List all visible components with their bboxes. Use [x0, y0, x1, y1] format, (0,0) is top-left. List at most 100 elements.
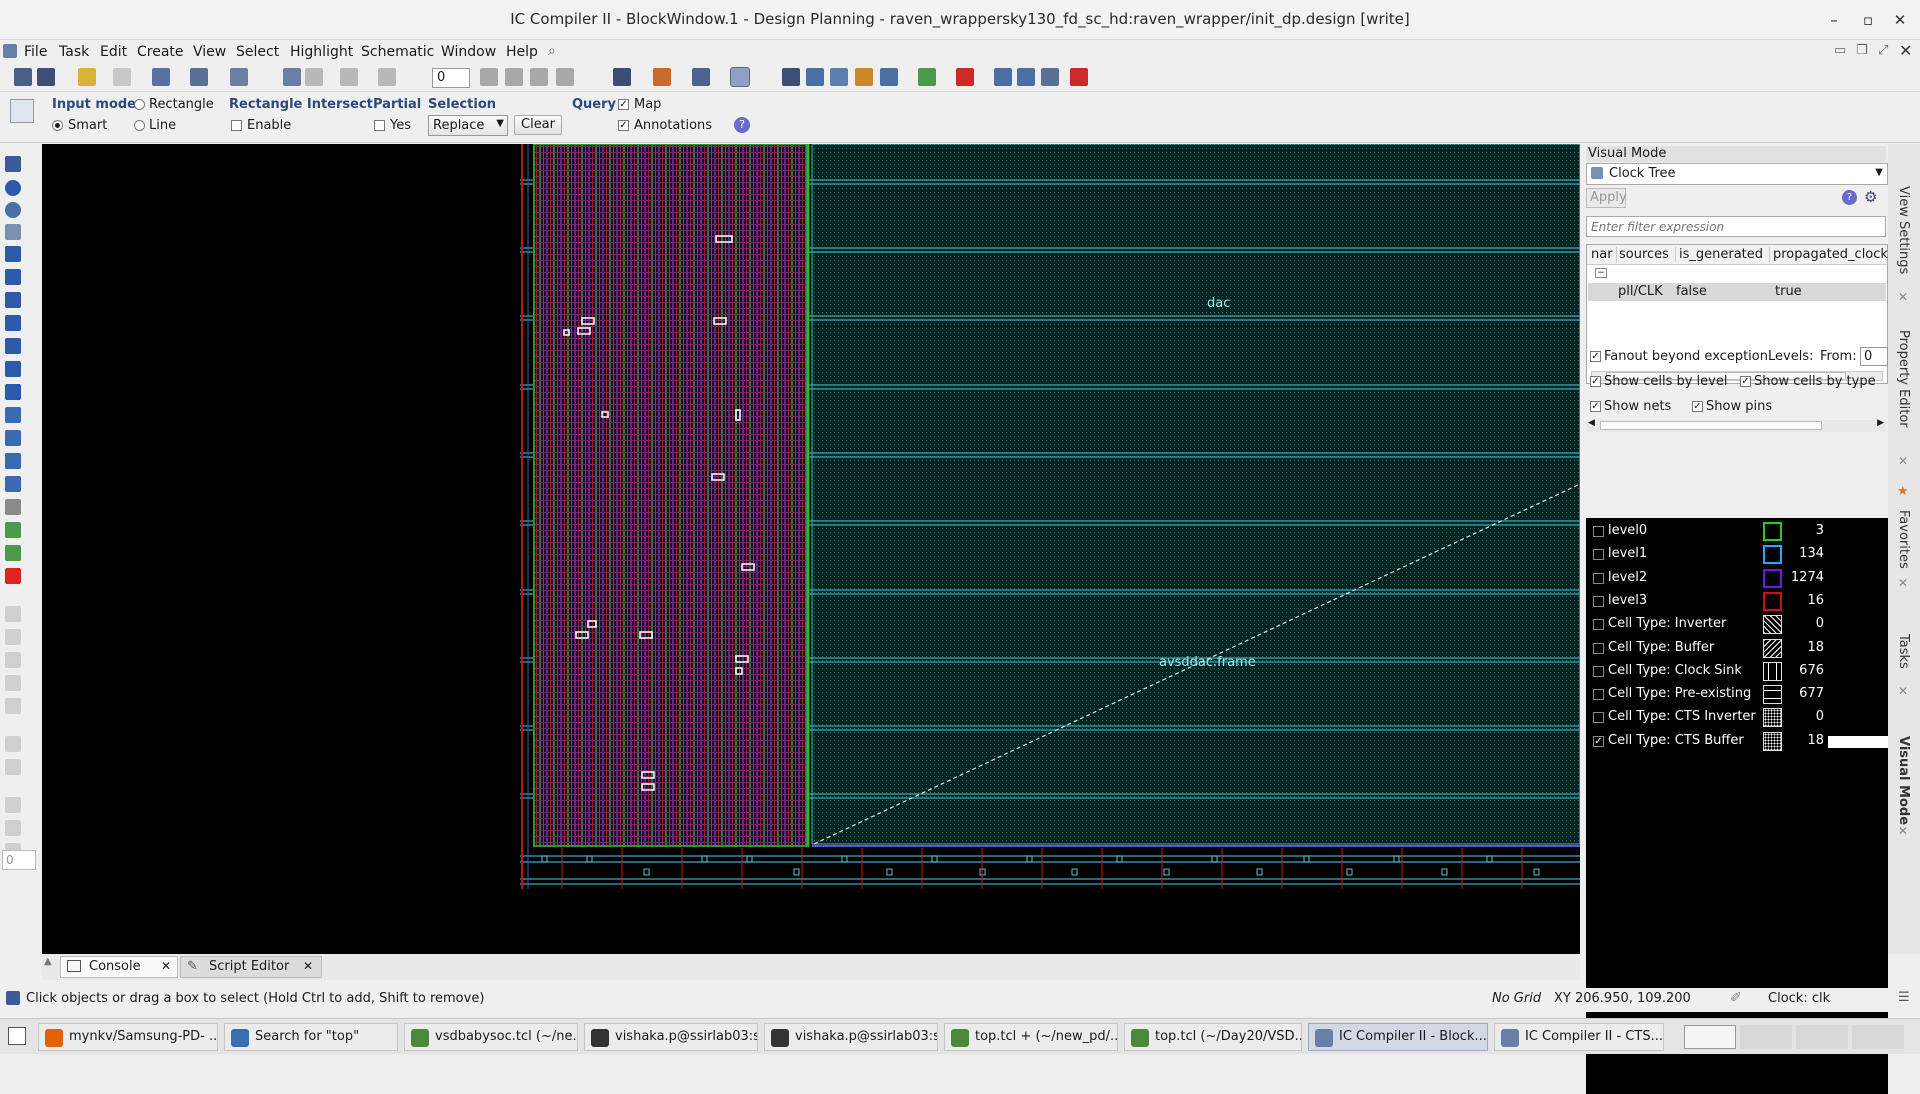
cut-icon[interactable]	[113, 68, 131, 86]
grid-icon[interactable]	[918, 68, 936, 86]
highlight-pen-icon[interactable]	[78, 68, 96, 86]
info-icon[interactable]	[5, 180, 21, 196]
show-pins-checkbox[interactable]: ✓	[1692, 401, 1703, 412]
rectangle-icon[interactable]	[5, 224, 21, 240]
zoom-fit-icon[interactable]	[283, 68, 301, 86]
apply-button[interactable]: Apply	[1586, 188, 1627, 208]
redo-icon[interactable]	[378, 68, 396, 86]
cells-by-level-checkbox[interactable]: ✓	[1590, 376, 1601, 387]
group-icon[interactable]	[5, 453, 21, 469]
legend-checkbox[interactable]	[1593, 595, 1604, 607]
legend-checkbox[interactable]	[1593, 619, 1604, 631]
partial-yes-checkbox[interactable]	[374, 120, 385, 131]
legend-checkbox[interactable]: ✓	[1593, 735, 1604, 747]
show-desktop-icon[interactable]	[8, 1027, 26, 1045]
stack-icon[interactable]	[5, 338, 21, 354]
zoom-prev-icon[interactable]	[305, 68, 323, 86]
pan-icon[interactable]	[5, 246, 21, 262]
ruler-icon[interactable]	[5, 292, 21, 308]
col-name[interactable]: nar	[1591, 247, 1613, 262]
menu-task[interactable]: Task	[59, 44, 89, 60]
maximize-panel-icon[interactable]: ⤢	[1878, 43, 1888, 58]
gear-icon[interactable]: ⚙	[1864, 188, 1877, 206]
legend-row[interactable]: Cell Type: Inverter 0	[1590, 613, 1890, 636]
legend-row[interactable]: Cell Type: Clock Sink 676	[1590, 660, 1890, 683]
taskbar-item[interactable]: IC Compiler II - CTS...	[1494, 1023, 1664, 1051]
tab-console[interactable]: Console ✕	[60, 956, 178, 978]
legend-row[interactable]: level1 134	[1590, 543, 1890, 566]
workspace-3[interactable]	[1796, 1025, 1848, 1049]
menu-help[interactable]: Help	[506, 44, 538, 60]
probe-icon[interactable]	[782, 68, 800, 86]
map-checkbox[interactable]: ✓	[618, 99, 629, 110]
taskbar-item[interactable]: vishaka.p@ssirlab03:s...	[584, 1023, 758, 1051]
cells-by-type-checkbox[interactable]: ✓	[1740, 376, 1751, 387]
taskbar-item[interactable]: vsdbabysoc.tcl (~/ne...	[404, 1023, 578, 1051]
search-icon[interactable]: ⌕	[548, 43, 556, 59]
zoom-in-icon[interactable]	[190, 68, 208, 86]
fanout-checkbox[interactable]: ✓	[1590, 351, 1601, 362]
menu-view[interactable]: View	[193, 44, 226, 60]
col-is-generated[interactable]: is_generated	[1675, 247, 1763, 262]
legend-row[interactable]: Cell Type: Pre-existing 677	[1590, 683, 1890, 706]
expand-icon[interactable]	[530, 68, 548, 86]
standard-cell-region[interactable]	[533, 144, 809, 847]
workspace-4[interactable]	[1852, 1025, 1904, 1049]
minimize-icon[interactable]: –	[1822, 8, 1846, 32]
collapse-arrow-icon[interactable]: ▲	[44, 956, 52, 967]
width-spinbox[interactable]: 0	[2, 850, 36, 870]
chart-tool-icon[interactable]	[5, 522, 21, 538]
menu-select[interactable]: Select	[236, 44, 279, 60]
delete-icon[interactable]	[5, 568, 21, 584]
help-icon[interactable]: ?	[1842, 190, 1857, 205]
selection-dropdown[interactable]: Replace ▼	[428, 115, 508, 136]
menu-file[interactable]: File	[24, 44, 47, 60]
open-icon[interactable]	[14, 68, 32, 86]
legend-row[interactable]: Cell Type: Buffer 18	[1590, 637, 1890, 660]
move-down-icon[interactable]	[505, 68, 523, 86]
legend-checkbox[interactable]	[1593, 572, 1604, 584]
tab-tasks[interactable]: Tasks	[1896, 634, 1911, 669]
workspace-2[interactable]	[1740, 1025, 1792, 1049]
close-panel-icon[interactable]: ✕	[1899, 41, 1912, 60]
annotations-checkbox[interactable]: ✓	[618, 120, 629, 131]
split-icon[interactable]	[5, 361, 21, 377]
zoom-out-icon[interactable]	[230, 68, 248, 86]
from-input[interactable]: 0	[1860, 347, 1888, 366]
legend-row[interactable]: ✓ Cell Type: CTS Buffer 18	[1590, 730, 1890, 753]
filter-input[interactable]	[1586, 216, 1886, 237]
drc-icon[interactable]	[956, 68, 974, 86]
menu-highlight[interactable]: Highlight	[290, 44, 353, 60]
taskbar-item[interactable]: vishaka.p@ssirlab03:s...	[764, 1023, 938, 1051]
close-icon[interactable]: ✕	[1898, 290, 1908, 304]
layout-view[interactable]: dac avsddac.frame	[42, 144, 1580, 954]
dac-macro[interactable]	[811, 144, 1580, 845]
eraser-icon[interactable]: ✐	[1730, 990, 1742, 1006]
map-icon[interactable]	[880, 68, 898, 86]
panel-layout-icon[interactable]: ▭	[1834, 43, 1846, 58]
taskbar-item[interactable]: top.tcl (~/Day20/VSD...	[1124, 1023, 1302, 1051]
distribute-icon[interactable]	[5, 476, 21, 492]
legend-checkbox[interactable]	[1593, 689, 1604, 701]
legend-checkbox[interactable]	[1593, 549, 1604, 561]
restore-icon[interactable]: ❐	[1856, 43, 1868, 58]
rectangle-radio[interactable]	[134, 99, 145, 110]
legend-checkbox[interactable]	[1593, 665, 1604, 677]
checklist-icon[interactable]	[1041, 68, 1059, 86]
workspace-1[interactable]	[1684, 1025, 1736, 1049]
tab-visual-mode[interactable]: Visual Mode	[1896, 736, 1911, 825]
close-icon[interactable]: ✕	[1888, 8, 1912, 32]
taskbar-item[interactable]: Search for "top"	[224, 1023, 398, 1051]
copy-icon[interactable]	[5, 407, 21, 423]
annotate-icon[interactable]	[613, 68, 631, 86]
show-nets-checkbox[interactable]: ✓	[1590, 401, 1601, 412]
legend-row[interactable]: level0 3	[1590, 520, 1890, 543]
maximize-icon[interactable]: ▫	[1856, 8, 1880, 32]
close-icon[interactable]: ✕	[1898, 576, 1908, 590]
zoom-icon[interactable]	[5, 202, 21, 218]
menu-window[interactable]: Window	[441, 44, 496, 60]
grid-tool-icon[interactable]	[5, 499, 21, 515]
scroll-left-icon[interactable]: ◀	[1588, 418, 1595, 428]
collapse-icon[interactable]	[556, 68, 574, 86]
scroll-right-icon[interactable]: ▶	[1877, 418, 1884, 428]
